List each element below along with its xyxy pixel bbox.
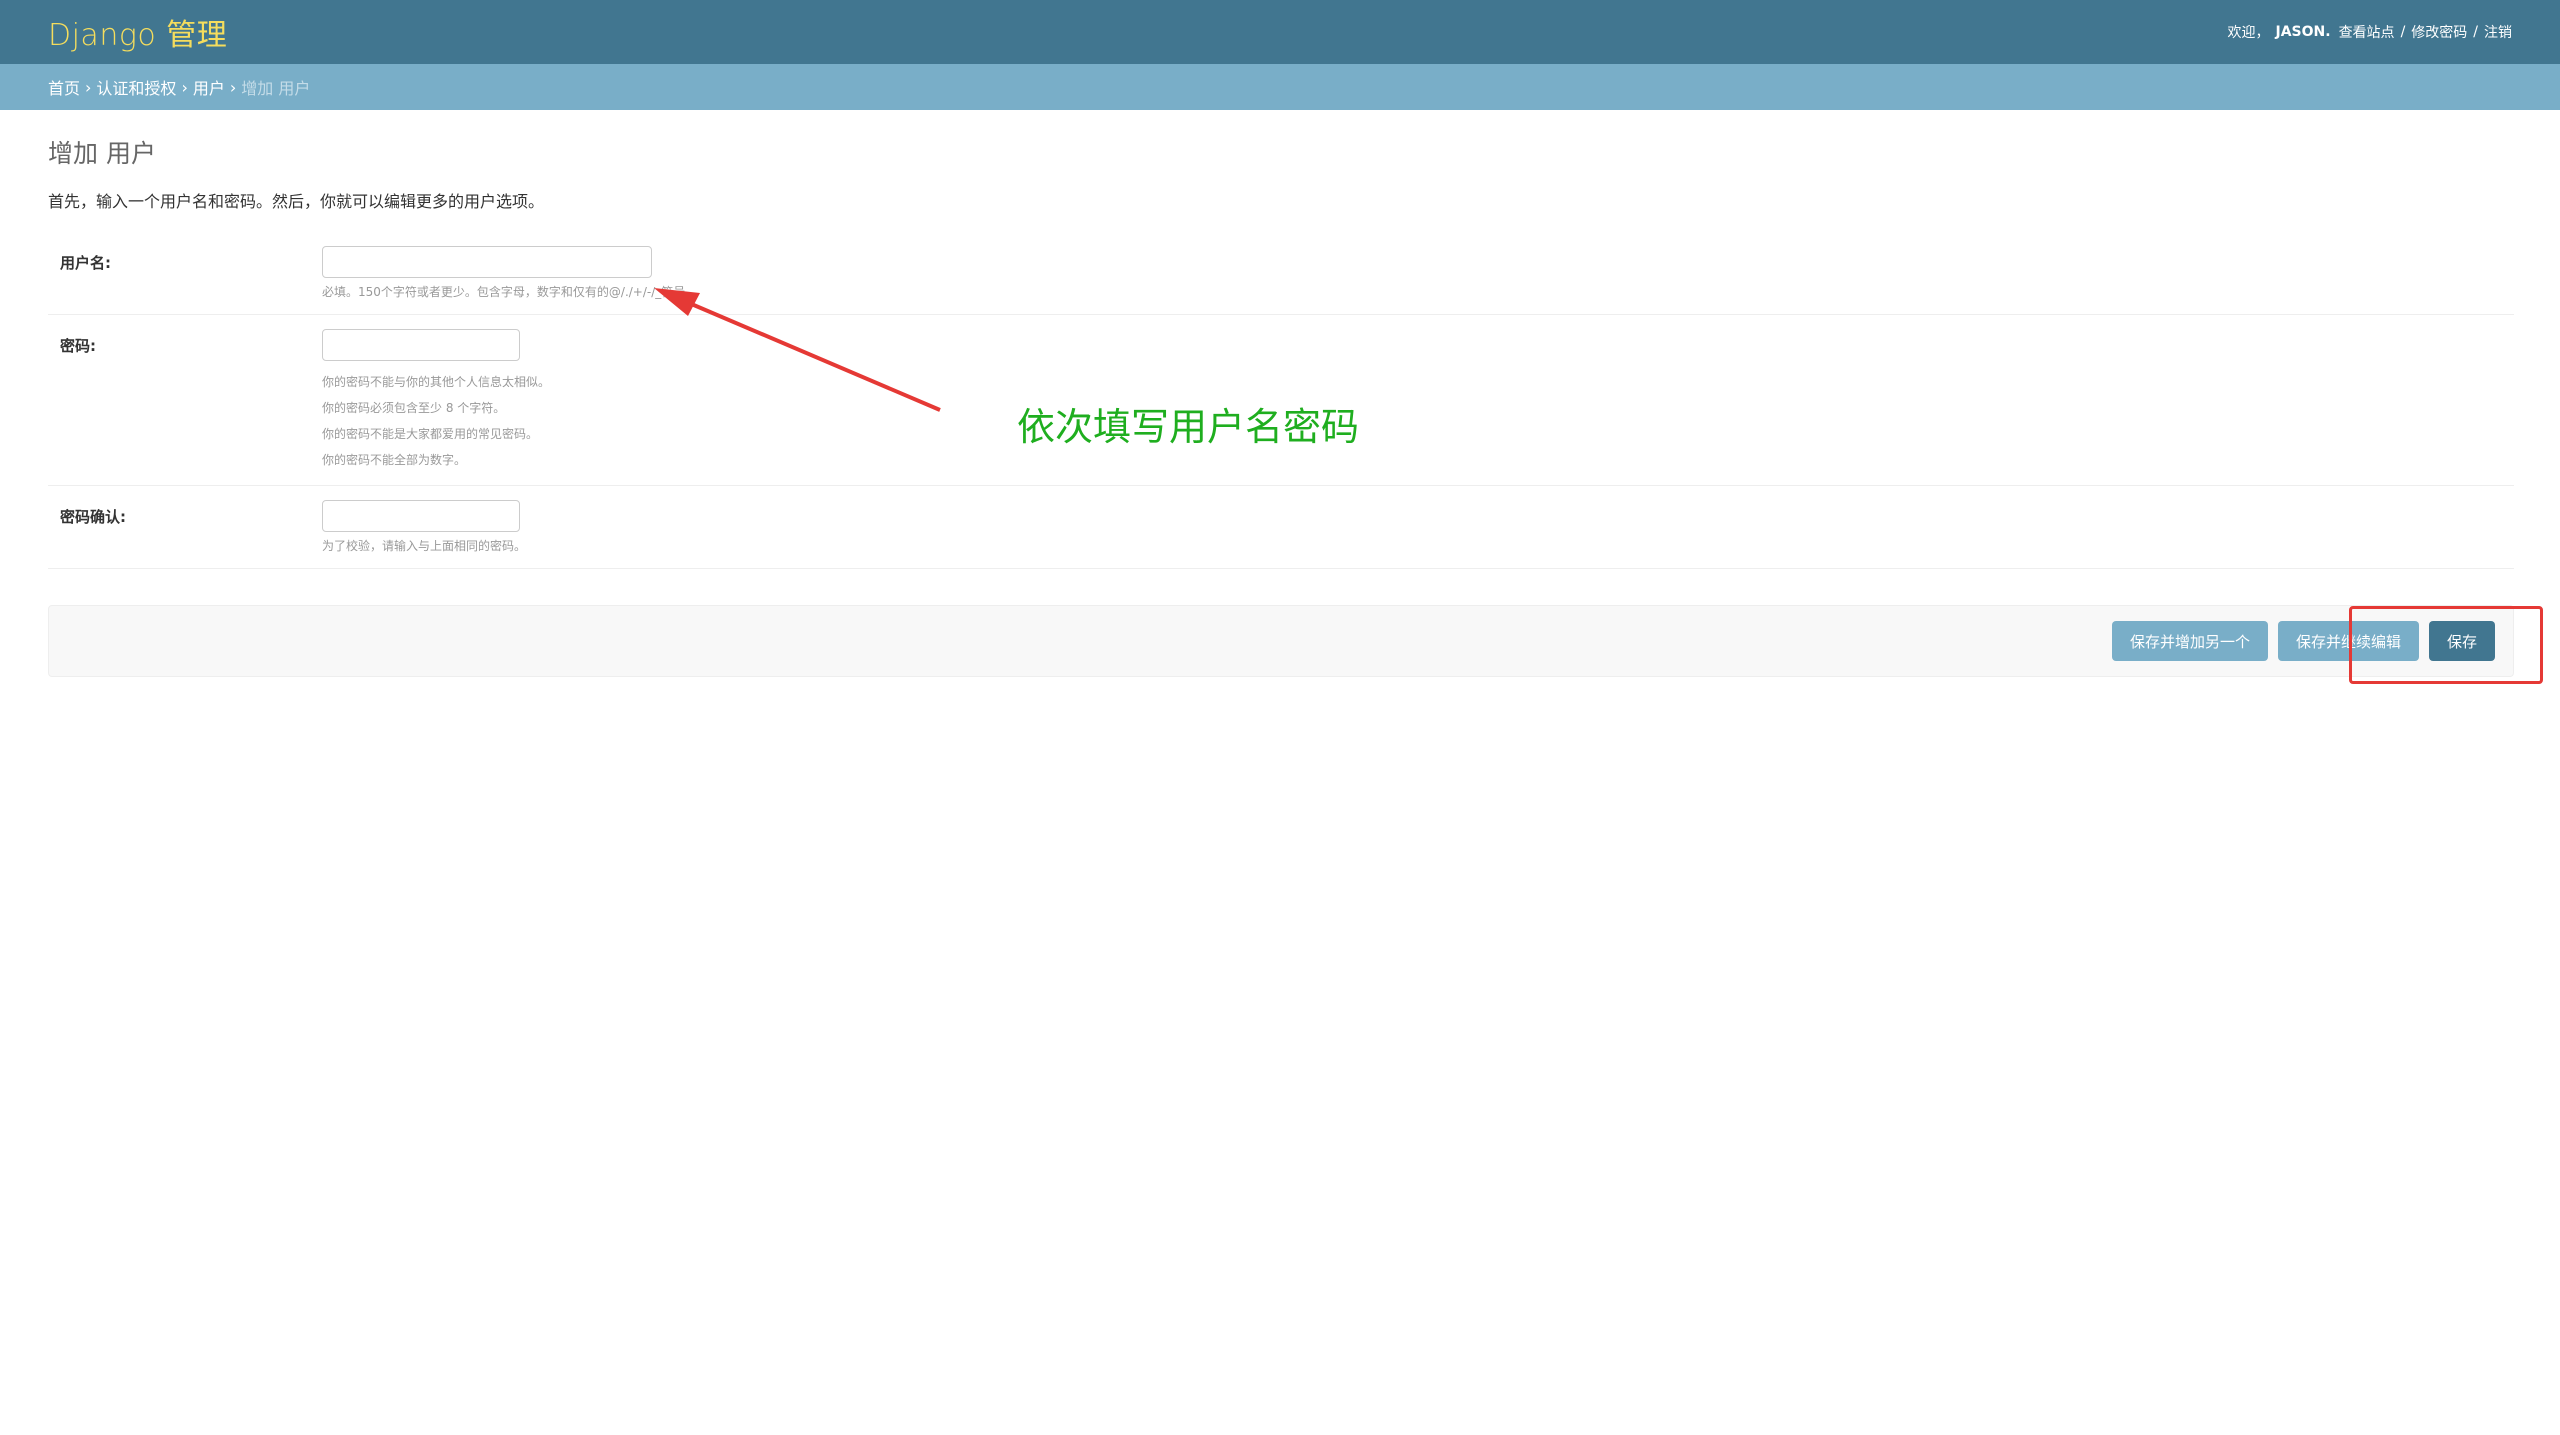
breadcrumb: 首页 › 认证和授权 › 用户 › 增加 用户 — [0, 64, 2560, 110]
intro-text: 首先，输入一个用户名和密码。然后，你就可以编辑更多的用户选项。 — [48, 192, 545, 211]
username: JASON. — [2275, 24, 2331, 40]
change-password-link[interactable]: 修改密码 — [2411, 22, 2467, 42]
username-field-wrap: 必填。150个字符或者更少。包含字母，数字和仅有的@/./+/-/_符号。 — [322, 246, 697, 302]
password-help-item: 你的密码不能是大家都爱用的常见密码。 — [322, 427, 539, 441]
password-input[interactable] — [322, 329, 520, 361]
save-continue-button[interactable]: 保存并继续编辑 — [2277, 621, 2419, 661]
password-help: 你的密码不能与你的其他个人信息太相似。 你的密码必须包含至少 8 个字符。 你的… — [322, 369, 550, 473]
breadcrumb-current: 增加 用户 — [241, 79, 311, 98]
separator: / — [2473, 24, 2478, 40]
breadcrumb-separator: › — [181, 77, 188, 97]
password-field-wrap: 你的密码不能与你的其他个人信息太相似。 你的密码必须包含至少 8 个字符。 你的… — [322, 329, 550, 473]
page-title: 增加 用户 — [48, 139, 156, 168]
password-label: 密码: — [60, 337, 96, 355]
password-confirm-field-wrap: 为了校验，请输入与上面相同的密码。 — [322, 500, 526, 556]
breadcrumb-model[interactable]: 用户 — [193, 75, 225, 99]
password-help-item: 你的密码必须包含至少 8 个字符。 — [322, 401, 506, 415]
view-site-link[interactable]: 查看站点 — [2339, 22, 2395, 42]
username-row: 用户名: 必填。150个字符或者更少。包含字母，数字和仅有的@/./+/-/_符… — [48, 232, 2514, 315]
site-branding[interactable]: Django 管理 — [48, 10, 227, 54]
breadcrumb-separator: › — [229, 77, 237, 97]
breadcrumb-home[interactable]: 首页 — [48, 75, 80, 99]
password-confirm-label: 密码确认: — [60, 508, 126, 526]
password-confirm-input[interactable] — [322, 500, 520, 532]
header: Django 管理 欢迎， JASON. 查看站点 / 修改密码 / 注销 — [0, 0, 2560, 64]
breadcrumb-app[interactable]: 认证和授权 — [96, 75, 176, 99]
welcome-text: 欢迎， — [2227, 25, 2270, 41]
main-content: 增加 用户 首先，输入一个用户名和密码。然后，你就可以编辑更多的用户选项。 用户… — [48, 110, 2514, 677]
logout-link[interactable]: 注销 — [2484, 22, 2512, 42]
save-add-another-button[interactable]: 保存并增加另一个 — [2111, 621, 2268, 661]
submit-row: 保存并增加另一个 保存并继续编辑 保存 — [48, 605, 2514, 677]
password-confirm-help: 为了校验，请输入与上面相同的密码。 — [322, 539, 527, 553]
username-input[interactable] — [322, 246, 652, 278]
password-confirm-row: 密码确认: 为了校验，请输入与上面相同的密码。 — [48, 486, 2514, 569]
password-help-item: 你的密码不能与你的其他个人信息太相似。 — [322, 375, 551, 389]
username-help: 必填。150个字符或者更少。包含字母，数字和仅有的@/./+/-/_符号。 — [322, 285, 698, 299]
save-button[interactable]: 保存 — [2428, 621, 2495, 661]
username-label: 用户名: — [60, 254, 111, 272]
separator: / — [2400, 24, 2406, 40]
annotation-text: 依次填写用户名密码 — [1017, 405, 1360, 449]
breadcrumb-separator: › — [85, 77, 92, 97]
user-tools: 欢迎， JASON. 查看站点 / 修改密码 / 注销 — [2227, 22, 2512, 42]
password-help-item: 你的密码不能全部为数字。 — [322, 453, 467, 467]
